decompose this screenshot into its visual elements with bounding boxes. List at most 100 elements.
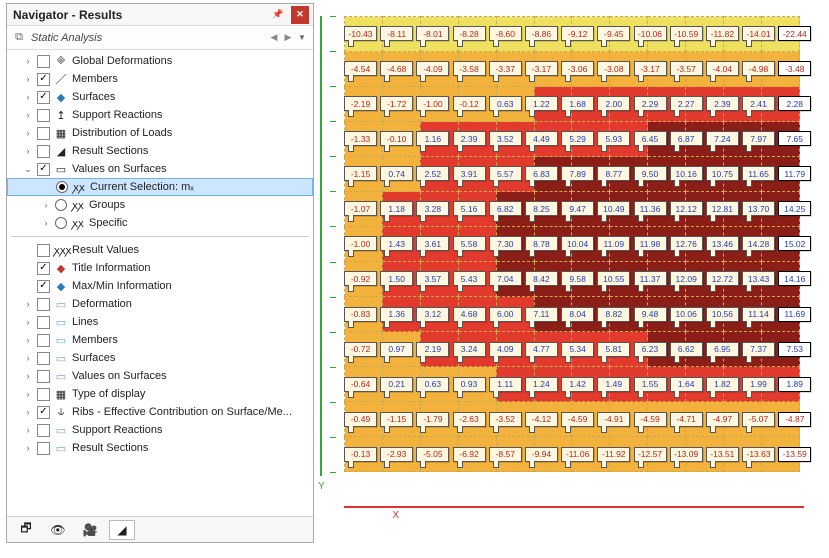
checkbox[interactable]	[37, 370, 50, 383]
value-tag: -3.48	[778, 61, 811, 76]
expand-icon[interactable]: ›	[23, 335, 33, 345]
value-tag: -4.12	[525, 412, 558, 427]
next-analysis-button[interactable]: ▶	[281, 30, 295, 46]
checkbox[interactable]	[37, 73, 50, 86]
panel-tab[interactable]: 👁	[45, 520, 71, 540]
expand-icon[interactable]: ›	[23, 371, 33, 381]
radio[interactable]	[55, 199, 67, 211]
expand-icon[interactable]: ›	[23, 56, 33, 66]
expand-icon[interactable]: ›	[23, 407, 33, 417]
checkbox[interactable]	[37, 262, 50, 275]
tree-item[interactable]: ◆Max/Min Information	[7, 277, 313, 295]
checkbox[interactable]	[37, 334, 50, 347]
tree-item[interactable]: ◆Title Information	[7, 259, 313, 277]
tree-item[interactable]: ›▭Surfaces	[7, 349, 313, 367]
value-tag: 3.61	[416, 236, 449, 251]
tree-item[interactable]: ›▭Support Reactions	[7, 421, 313, 439]
value-tag: 1.50	[380, 271, 413, 286]
value-tag: 5.58	[453, 236, 486, 251]
prev-analysis-button[interactable]: ◀	[267, 30, 281, 46]
panel-tab[interactable]: 🗗	[13, 520, 39, 540]
tree-item[interactable]: ›🞜Global Deformations	[7, 52, 313, 70]
value-tag: 11.69	[778, 307, 811, 322]
tree-item[interactable]: ꭗꭗꭗResult Values	[7, 241, 313, 259]
item-icon: ▭	[54, 163, 68, 176]
tree-item[interactable]: ›▭Values on Surfaces	[7, 367, 313, 385]
value-tag: 0.63	[416, 377, 449, 392]
value-tag: 1.36	[380, 307, 413, 322]
tree-item[interactable]: ›／Members	[7, 70, 313, 88]
value-tag: -13.09	[670, 447, 703, 462]
item-icon: ◆	[54, 280, 68, 293]
expand-icon[interactable]: ›	[23, 128, 33, 138]
expand-icon[interactable]: ›	[23, 92, 33, 102]
checkbox[interactable]	[37, 316, 50, 329]
item-icon: ▭	[54, 370, 68, 383]
value-tag: 6.23	[634, 342, 667, 357]
expand-icon[interactable]: ›	[23, 317, 33, 327]
close-button[interactable]: ✕	[291, 6, 309, 24]
value-tag: 9.50	[634, 166, 667, 181]
value-tag: -4.59	[561, 412, 594, 427]
tree-item[interactable]: ꭗꭗCurrent Selection: mₓ	[7, 178, 313, 196]
tree-item[interactable]: ›ꭗꭗGroups	[7, 196, 313, 214]
value-tag: -0.13	[344, 447, 377, 462]
checkbox[interactable]	[37, 91, 50, 104]
value-tag: -4.87	[778, 412, 811, 427]
tree-item[interactable]: ⌄▭Values on Surfaces	[7, 160, 313, 178]
tree-item[interactable]: ›▭Members	[7, 331, 313, 349]
checkbox[interactable]	[37, 109, 50, 122]
value-cells: -10.43-8.11-8.01-8.28-8.60-8.86-9.12-9.4…	[344, 16, 814, 472]
value-tag: 11.65	[742, 166, 775, 181]
tree-item[interactable]: ›⫝Ribs - Effective Contribution on Surfa…	[7, 403, 313, 421]
expand-icon[interactable]: ›	[23, 146, 33, 156]
tree-item[interactable]: ›◆Surfaces	[7, 88, 313, 106]
expand-icon[interactable]: ›	[41, 218, 51, 228]
checkbox[interactable]	[37, 298, 50, 311]
tree-item[interactable]: ›▭Lines	[7, 313, 313, 331]
checkbox[interactable]	[37, 388, 50, 401]
item-label: Ribs - Effective Contribution on Surface…	[72, 406, 309, 418]
expand-icon[interactable]: ›	[41, 200, 51, 210]
radio[interactable]	[56, 181, 68, 193]
checkbox[interactable]	[37, 163, 50, 176]
value-tag: 5.57	[489, 166, 522, 181]
tree-item[interactable]: ›▦Type of display	[7, 385, 313, 403]
panel-tab[interactable]: ◢	[109, 520, 135, 540]
expand-icon[interactable]: ›	[23, 425, 33, 435]
expand-icon[interactable]: ›	[23, 299, 33, 309]
value-tag: 7.53	[778, 342, 811, 357]
panel-tab[interactable]: 🎥	[77, 520, 103, 540]
checkbox[interactable]	[37, 424, 50, 437]
analysis-dropdown-button[interactable]: ▼	[295, 30, 309, 46]
tree-item[interactable]: ›▦Distribution of Loads	[7, 124, 313, 142]
expand-icon[interactable]: ›	[23, 443, 33, 453]
expand-icon[interactable]: ›	[23, 74, 33, 84]
value-tag: 10.49	[597, 201, 630, 216]
checkbox[interactable]	[37, 352, 50, 365]
checkbox[interactable]	[37, 127, 50, 140]
checkbox[interactable]	[37, 145, 50, 158]
item-label: Support Reactions	[72, 424, 309, 436]
checkbox[interactable]	[37, 406, 50, 419]
value-tag: 1.49	[597, 377, 630, 392]
expand-icon[interactable]: ›	[23, 110, 33, 120]
tree-item[interactable]: ›ꭗꭗSpecific	[7, 214, 313, 232]
checkbox[interactable]	[37, 442, 50, 455]
value-tag: 9.58	[561, 271, 594, 286]
checkbox[interactable]	[37, 244, 50, 257]
radio[interactable]	[55, 217, 67, 229]
checkbox[interactable]	[37, 280, 50, 293]
analysis-selector[interactable]: ⧉ Static Analysis ◀ ▶ ▼	[7, 26, 313, 50]
tree-item[interactable]: ›▭Result Sections	[7, 439, 313, 457]
tree-item[interactable]: ›↥Support Reactions	[7, 106, 313, 124]
expand-icon[interactable]: ›	[23, 389, 33, 399]
axis-ticks	[335, 16, 341, 472]
tree-item[interactable]: ›▭Deformation	[7, 295, 313, 313]
pin-button[interactable]: 📌	[269, 6, 287, 24]
checkbox[interactable]	[37, 55, 50, 68]
tree-item[interactable]: ›◢Result Sections	[7, 142, 313, 160]
value-tag: 2.29	[634, 96, 667, 111]
expand-icon[interactable]: ›	[23, 353, 33, 363]
expand-icon[interactable]: ⌄	[23, 164, 33, 175]
